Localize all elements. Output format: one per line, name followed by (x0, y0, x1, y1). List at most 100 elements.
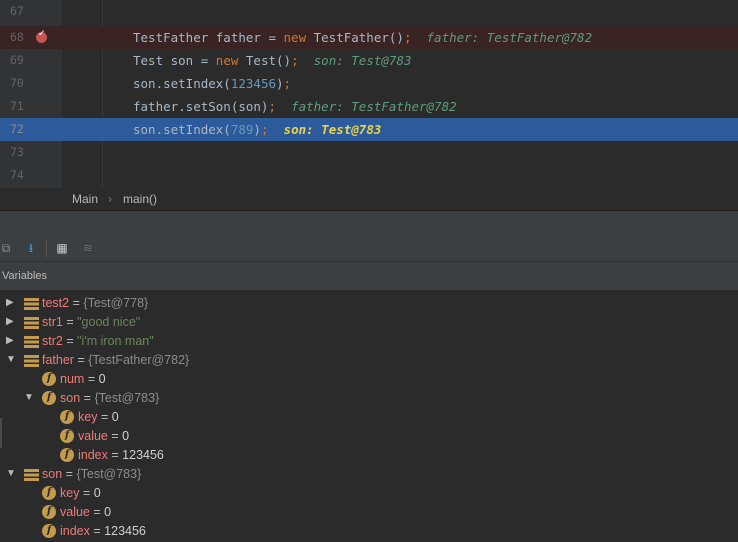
code-line[interactable]: 71 father.setSon(son); father: TestFathe… (0, 95, 738, 118)
collapse-arrow-icon[interactable]: ▼ (6, 468, 18, 479)
code-token: ) (276, 76, 284, 91)
variable-row[interactable]: f value = 0 (0, 503, 738, 522)
restore-layout-icon[interactable]: ⧉ (0, 240, 14, 256)
line-number: 68 (10, 30, 24, 44)
variable-row[interactable]: f num = 0 (0, 370, 738, 389)
expand-arrow-icon[interactable]: ▶ (6, 297, 18, 308)
code-text[interactable]: TestFather father = new TestFather(); fa… (133, 26, 592, 49)
code-editor[interactable]: 67 68 ✓ TestFather father = new TestFath… (0, 0, 738, 188)
code-line-breakpoint[interactable]: 68 ✓ TestFather father = new TestFather(… (0, 26, 738, 49)
collapse-arrow-icon[interactable]: ▼ (24, 392, 36, 403)
field-icon: f (42, 372, 56, 386)
variable-text: index = 123456 (60, 524, 146, 538)
semicolon-token: ; (291, 53, 299, 68)
code-token: Test() (238, 53, 292, 68)
object-icon (24, 355, 39, 367)
keyword-token: new (215, 53, 239, 68)
variable-row[interactable]: ▼ f son = {Test@783} (0, 389, 738, 408)
code-line[interactable]: 73 (0, 141, 738, 164)
variable-value: 0 (111, 410, 119, 424)
equals-sign: = (77, 353, 85, 367)
equals-sign: = (83, 391, 91, 405)
variable-value: 123456 (122, 448, 164, 462)
object-icon (24, 336, 39, 348)
variable-value: 0 (122, 429, 130, 443)
variable-row[interactable]: f index = 123456 (0, 522, 738, 541)
variable-name: key (78, 410, 98, 424)
field-icon: f (60, 410, 74, 424)
code-token: Test son = (133, 53, 216, 68)
code-line[interactable]: 67 (0, 0, 738, 23)
inline-debug-value: son: Test@783 (313, 53, 412, 68)
variable-row[interactable]: ▶ test2 = {Test@778} (0, 294, 738, 313)
code-token: son.setIndex( (133, 76, 231, 91)
variable-name: value (60, 505, 90, 519)
code-line[interactable]: 69 Test son = new Test(); son: Test@783 (0, 49, 738, 72)
code-text[interactable]: Test son = new Test(); son: Test@783 (133, 49, 412, 72)
line-number: 69 (10, 53, 24, 67)
breadcrumb-class[interactable]: Main (72, 192, 98, 206)
variable-name: num (60, 372, 85, 386)
field-icon: f (60, 429, 74, 443)
step-into-icon[interactable]: ⭳ (23, 240, 39, 256)
equals-sign: = (93, 505, 101, 519)
code-text[interactable]: son.setIndex(789); son: Test@783 (133, 118, 381, 141)
breakpoint-check-icon: ✓ (38, 29, 46, 39)
equals-sign: = (87, 372, 96, 386)
code-token: ) (253, 122, 261, 137)
variable-row[interactable]: f value = 0 (0, 427, 738, 446)
expand-arrow-icon[interactable]: ▶ (6, 335, 18, 346)
variable-text: son = {Test@783} (42, 467, 141, 481)
variable-value: 0 (104, 505, 112, 519)
toolbar-separator (46, 240, 47, 257)
panel-divider[interactable] (0, 211, 738, 237)
code-text[interactable]: son.setIndex(123456); (133, 72, 291, 95)
variable-row[interactable]: f key = 0 (0, 408, 738, 427)
variable-row[interactable]: ▶ str2 = "i'm iron man" (0, 332, 738, 351)
code-line-current-execution[interactable]: 72 son.setIndex(789); son: Test@783 (0, 118, 738, 141)
field-icon: f (42, 524, 56, 538)
variable-row[interactable]: ▶ str1 = "good nice" (0, 313, 738, 332)
code-line[interactable]: 74 (0, 164, 738, 187)
collapse-arrow-icon[interactable]: ▼ (6, 354, 18, 365)
variable-name: str2 (42, 334, 63, 348)
code-line[interactable]: 70 son.setIndex(123456); (0, 72, 738, 95)
variable-row[interactable]: f index = 123456 (0, 446, 738, 465)
variable-text: value = 0 (60, 505, 111, 519)
variable-name: son (42, 467, 63, 481)
breadcrumb-method[interactable]: main() (123, 192, 157, 206)
variable-text: str1 = "good nice" (42, 315, 140, 329)
breadcrumb: Main › main() (0, 188, 738, 211)
variables-title: Variables (2, 270, 48, 282)
variable-value: {Test@778} (83, 296, 149, 310)
semicolon-token: ; (260, 122, 269, 137)
variable-text: value = 0 (78, 429, 129, 443)
variable-value: {TestFather@782} (88, 353, 190, 367)
equals-sign: = (72, 296, 80, 310)
variable-row[interactable]: ▼ father = {TestFather@782} (0, 351, 738, 370)
equals-sign: = (100, 410, 109, 424)
table-view-icon[interactable]: ▦ (54, 240, 70, 256)
inline-debug-value: son: Test@783 (283, 122, 382, 137)
variable-text: key = 0 (60, 486, 101, 500)
object-icon (24, 469, 39, 481)
field-icon: f (42, 505, 56, 519)
field-icon: f (42, 391, 56, 405)
code-token: TestFather father = (133, 30, 284, 45)
code-text[interactable]: father.setSon(son); father: TestFather@7… (133, 95, 457, 118)
equals-sign: = (111, 448, 119, 462)
equals-sign: = (66, 334, 74, 348)
panel-edge (0, 418, 2, 448)
variable-text: father = {TestFather@782} (42, 353, 189, 367)
field-icon: f (42, 486, 56, 500)
variable-row[interactable]: f key = 0 (0, 484, 738, 503)
variables-tree[interactable]: ▶ test2 = {Test@778} ▶ str1 = "good nice… (0, 291, 738, 542)
object-icon (24, 298, 39, 310)
variable-row[interactable]: ▼ son = {Test@783} (0, 465, 738, 484)
variable-value: 0 (98, 372, 106, 386)
variable-name: str1 (42, 315, 63, 329)
mute-icon[interactable]: ≋ (80, 240, 96, 256)
expand-arrow-icon[interactable]: ▶ (6, 316, 18, 327)
line-number: 73 (10, 145, 24, 159)
semicolon-token: ; (403, 30, 412, 45)
